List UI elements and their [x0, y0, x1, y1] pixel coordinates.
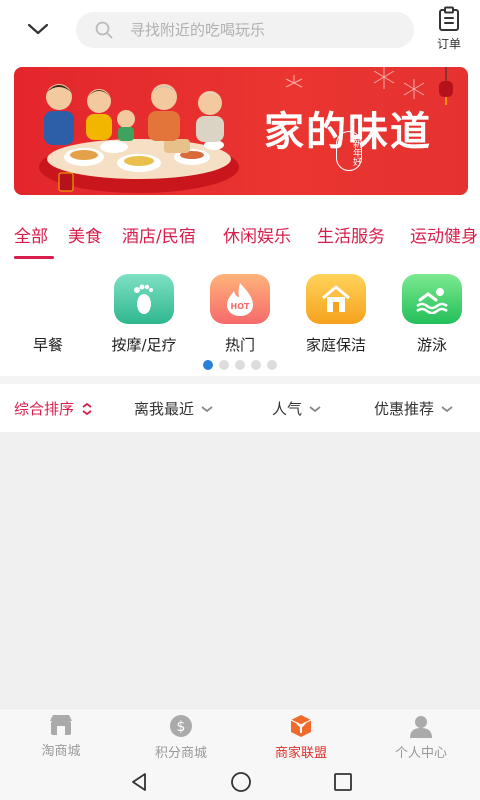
- sort-toggle-icon: [82, 402, 92, 415]
- sort-label: 离我最近: [134, 400, 195, 418]
- nav-profile[interactable]: 个人中心: [366, 713, 476, 761]
- nav-store[interactable]: 淘商城: [6, 713, 116, 759]
- category-swimming[interactable]: 游泳: [382, 274, 480, 355]
- nav-merchant-alliance[interactable]: 商家联盟: [246, 713, 356, 761]
- top-bar: 订单: [0, 0, 480, 60]
- svg-text:$: $: [177, 719, 186, 735]
- category-massage[interactable]: 按摩/足疗: [94, 274, 194, 355]
- tab-sports[interactable]: 运动健身: [410, 222, 478, 247]
- tab-active-indicator: [14, 256, 54, 259]
- category-label: 按摩/足疗: [111, 336, 177, 354]
- pager-dot[interactable]: [219, 360, 229, 370]
- merchant-icon: [290, 715, 312, 737]
- category-label: 家庭保洁: [305, 336, 366, 354]
- category-cleaning[interactable]: 家庭保洁: [286, 274, 386, 355]
- pager-dot[interactable]: [203, 360, 213, 370]
- system-nav-bar: [0, 764, 480, 800]
- sort-bar: 综合排序 离我最近 人气 优惠推荐: [0, 384, 480, 432]
- store-icon: [50, 715, 72, 735]
- pager-dot[interactable]: [267, 360, 277, 370]
- sort-label: 优惠推荐: [374, 400, 435, 418]
- footprint-icon: [114, 274, 174, 324]
- hot-icon: HOT: [210, 274, 270, 324]
- merchant-list-area: [0, 432, 480, 708]
- search-icon: [95, 21, 113, 39]
- banner-section: 家的味道 新年好: [0, 60, 480, 210]
- system-back-button[interactable]: [128, 770, 152, 794]
- collapse-button[interactable]: [22, 14, 54, 44]
- nav-points-store[interactable]: $ 积分商城: [126, 713, 236, 761]
- pager-dot[interactable]: [235, 360, 245, 370]
- category-grid: 早餐 按摩/足疗 HOT 热门 家庭保洁 游泳: [0, 266, 480, 376]
- chevron-down-icon: [309, 405, 321, 412]
- svg-text:HOT: HOT: [231, 302, 250, 311]
- category-breakfast[interactable]: 早餐: [0, 274, 98, 355]
- tab-life-services[interactable]: 生活服务: [317, 222, 385, 247]
- category-tabs: 全部 美食 酒店/民宿 休闲娱乐 生活服务 运动健身: [0, 210, 480, 266]
- search-bar[interactable]: [76, 12, 414, 48]
- orders-label: 订单: [436, 37, 461, 51]
- chevron-down-icon: [27, 23, 49, 35]
- circle-home-icon: [231, 772, 251, 792]
- nav-label: 商家联盟: [274, 746, 327, 761]
- swim-icon: [402, 274, 462, 324]
- square-recents-icon: [334, 773, 352, 791]
- tab-hotel[interactable]: 酒店/民宿: [122, 222, 196, 247]
- bottom-nav: 淘商城 $ 积分商城 商家联盟 个人中心: [0, 708, 480, 764]
- system-recents-button[interactable]: [331, 770, 355, 794]
- category-label: 游泳: [416, 336, 447, 354]
- sort-label: 综合排序: [14, 400, 75, 418]
- breakfast-icon: [18, 274, 78, 324]
- banner-stamp: 新年好: [336, 131, 362, 171]
- nav-label: 淘商城: [41, 744, 81, 759]
- person-icon: [410, 716, 432, 738]
- tab-leisure[interactable]: 休闲娱乐: [223, 222, 291, 247]
- coin-icon: $: [170, 715, 192, 737]
- sort-comprehensive[interactable]: 综合排序: [14, 398, 93, 419]
- sort-discount[interactable]: 优惠推荐: [374, 398, 453, 419]
- category-hot[interactable]: HOT 热门: [190, 274, 290, 355]
- house-icon: [306, 274, 366, 324]
- sort-nearest[interactable]: 离我最近: [134, 398, 213, 419]
- pager-dots: [203, 360, 277, 370]
- tab-all[interactable]: 全部: [14, 222, 48, 247]
- pager-dot[interactable]: [251, 360, 261, 370]
- sort-label: 人气: [272, 400, 303, 418]
- triangle-back-icon: [132, 773, 146, 791]
- clipboard-icon: [439, 6, 459, 31]
- orders-button[interactable]: 订单: [428, 6, 470, 56]
- system-home-button[interactable]: [229, 770, 253, 794]
- sort-popularity[interactable]: 人气: [272, 398, 321, 419]
- nav-label: 积分商城: [154, 746, 207, 761]
- nav-label: 个人中心: [394, 746, 447, 761]
- chevron-down-icon: [201, 405, 213, 412]
- tab-food[interactable]: 美食: [68, 222, 102, 247]
- promo-banner[interactable]: 家的味道 新年好: [14, 67, 468, 195]
- category-label: 热门: [224, 336, 255, 354]
- chevron-down-icon: [441, 405, 453, 412]
- category-label: 早餐: [32, 336, 63, 354]
- search-input[interactable]: [130, 21, 380, 39]
